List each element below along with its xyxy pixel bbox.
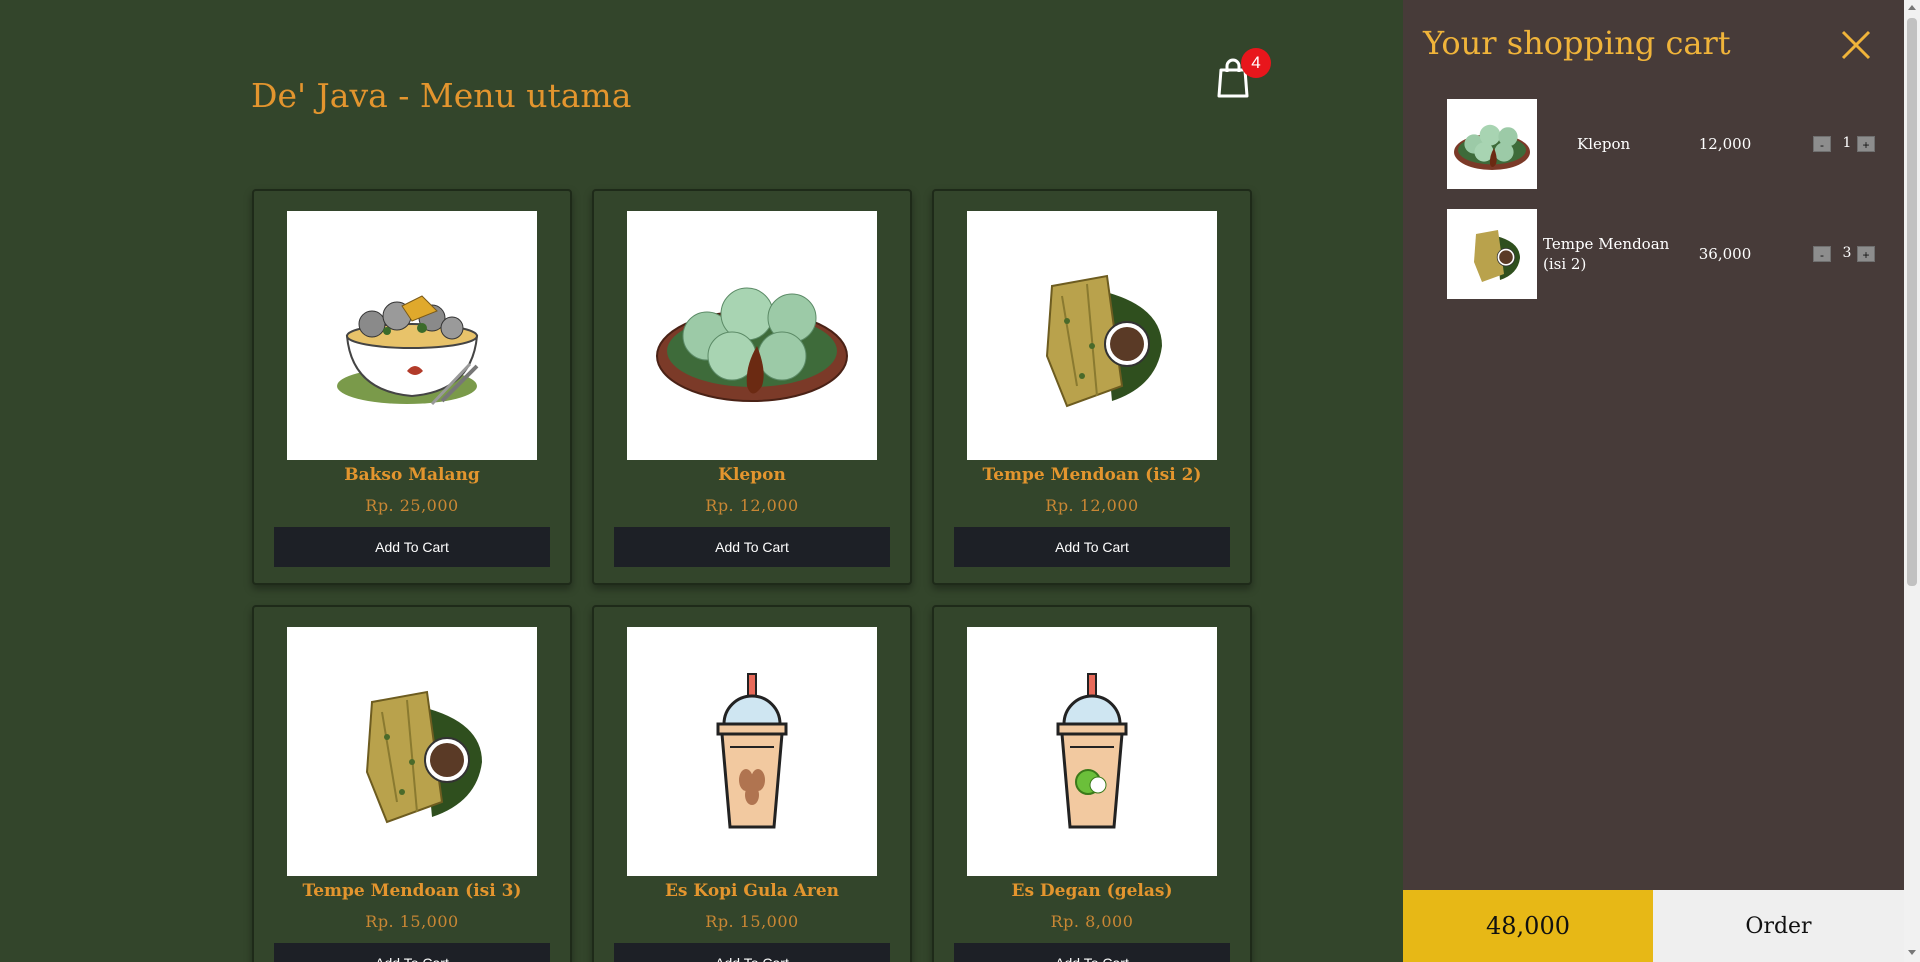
menu-item-price: Rp. 8,000: [1050, 912, 1134, 931]
menu-card: Tempe Mendoan (isi 2) Rp. 12,000 Add To …: [932, 189, 1252, 585]
menu-item-image: [627, 211, 877, 460]
tempe-mendoan-icon: [365, 690, 482, 823]
menu-item-image: [627, 627, 877, 876]
cart-item-qty: 1: [1842, 135, 1852, 151]
cart-panel: Your shopping cart Klepon 12,000 - 1 + T…: [1403, 0, 1904, 962]
menu-item-image: [287, 211, 537, 460]
close-cart-button[interactable]: [1839, 28, 1873, 62]
order-button[interactable]: Order: [1653, 890, 1904, 962]
cart-item-qty: 3: [1842, 245, 1852, 261]
bakso-bowl-icon: [337, 294, 479, 405]
tempe-mendoan-icon: [1474, 230, 1520, 282]
iced-coffee-cup-icon: [716, 672, 788, 828]
add-to-cart-button[interactable]: Add To Cart: [274, 943, 550, 962]
cart-item-image: [1447, 99, 1537, 189]
klepon-plate-icon: [1454, 124, 1530, 170]
menu-grid: Bakso Malang Rp. 25,000 Add To Cart Klep…: [252, 189, 1252, 962]
add-to-cart-button[interactable]: Add To Cart: [274, 527, 550, 567]
page-title: De' Java - Menu utama: [251, 76, 632, 115]
cart-item: Klepon 12,000 - 1 +: [1447, 99, 1887, 191]
cart-item-image: [1447, 209, 1537, 299]
decrease-qty-button[interactable]: -: [1813, 246, 1831, 262]
menu-item-name: Es Degan (gelas): [1011, 881, 1173, 901]
menu-item-price: Rp. 25,000: [365, 496, 459, 515]
add-to-cart-button[interactable]: Add To Cart: [614, 527, 890, 567]
menu-card: Tempe Mendoan (isi 3) Rp. 15,000 Add To …: [252, 605, 572, 962]
decrease-qty-button[interactable]: -: [1813, 136, 1831, 152]
cart-item-name: Klepon: [1577, 135, 1631, 153]
menu-item-price: Rp. 15,000: [705, 912, 799, 931]
menu-card: Es Kopi Gula Aren Rp. 15,000 Add To Cart: [592, 605, 912, 962]
page-scrollbar[interactable]: [1904, 0, 1920, 962]
menu-item-image: [967, 211, 1217, 460]
menu-item-image: [967, 627, 1217, 876]
cart-item-price: 36,000: [1698, 245, 1752, 263]
menu-item-name: Tempe Mendoan (isi 2): [982, 465, 1202, 485]
tempe-mendoan-icon: [1045, 274, 1162, 407]
menu-card: Es Degan (gelas) Rp. 8,000 Add To Cart: [932, 605, 1252, 962]
increase-qty-button[interactable]: +: [1857, 246, 1875, 262]
menu-item-name: Klepon: [718, 465, 786, 485]
add-to-cart-button[interactable]: Add To Cart: [954, 943, 1230, 962]
cart-item-price: 12,000: [1698, 135, 1752, 153]
coconut-drink-cup-icon: [1056, 672, 1128, 828]
menu-page: De' Java - Menu utama 4 Bakso Malang Rp.…: [0, 0, 1403, 962]
cart-item: Tempe Mendoan (isi 2) 36,000 - 3 +: [1447, 209, 1887, 301]
menu-item-name: Bakso Malang: [344, 465, 480, 485]
add-to-cart-button[interactable]: Add To Cart: [614, 943, 890, 962]
menu-card: Klepon Rp. 12,000 Add To Cart: [592, 189, 912, 585]
cart-title: Your shopping cart: [1423, 24, 1731, 62]
menu-card: Bakso Malang Rp. 25,000 Add To Cart: [252, 189, 572, 585]
klepon-plate-icon: [656, 287, 848, 402]
add-to-cart-button[interactable]: Add To Cart: [954, 527, 1230, 567]
menu-item-image: [287, 627, 537, 876]
scroll-up-arrow-icon[interactable]: [1908, 5, 1916, 10]
close-icon: [1841, 30, 1871, 60]
scroll-down-arrow-icon[interactable]: [1908, 950, 1916, 955]
menu-item-price: Rp. 15,000: [365, 912, 459, 931]
cart-item-name: Tempe Mendoan (isi 2): [1543, 235, 1670, 273]
cart-total: 48,000: [1403, 890, 1653, 962]
cart-count-badge: 4: [1241, 48, 1271, 78]
scrollbar-thumb[interactable]: [1907, 18, 1917, 586]
menu-item-price: Rp. 12,000: [1045, 496, 1139, 515]
menu-item-name: Es Kopi Gula Aren: [664, 881, 840, 901]
increase-qty-button[interactable]: +: [1857, 136, 1875, 152]
menu-item-price: Rp. 12,000: [705, 496, 799, 515]
menu-item-name: Tempe Mendoan (isi 3): [302, 881, 522, 901]
